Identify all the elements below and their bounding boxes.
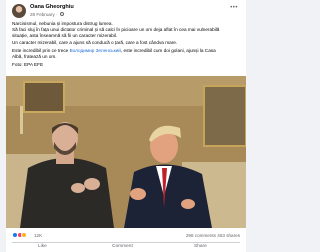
avatar[interactable] bbox=[12, 4, 26, 18]
photo-credit-text: Foto: EPA EFE bbox=[12, 62, 44, 68]
more-options-icon[interactable]: ••• bbox=[230, 5, 238, 11]
comments-shares: 298 comments 453 shares bbox=[186, 233, 240, 238]
author-name[interactable]: Oana Gheorghiu bbox=[30, 4, 74, 10]
post-card: Oana Gheorghiu 28 February · ••• Narcisi… bbox=[6, 0, 246, 252]
mention-link[interactable]: Володимир Зеленський bbox=[70, 48, 121, 53]
post-text: Narcisismul, nebunia și impostura distru… bbox=[12, 21, 242, 70]
post-header: Oana Gheorghiu 28 February · ••• bbox=[12, 4, 240, 20]
post-photo[interactable] bbox=[6, 76, 246, 228]
photo-illustration bbox=[6, 76, 246, 228]
like-button[interactable]: Like bbox=[38, 244, 47, 249]
text-line: Albă, fratează un om. bbox=[12, 54, 57, 60]
post-stats: 12K 298 comments 453 shares bbox=[12, 232, 240, 240]
share-button[interactable]: Share bbox=[194, 244, 207, 249]
post-date[interactable]: 28 February bbox=[30, 12, 55, 17]
post-paragraph: Narcisismul, nebunia și impostura distru… bbox=[12, 21, 242, 46]
separator: · bbox=[56, 11, 59, 17]
text-segment: , este incredibil cum doi golani, ajunși… bbox=[120, 47, 216, 53]
action-bar: Like Comment Share bbox=[12, 244, 240, 252]
text-segment: Este incredibil prin ce trece bbox=[12, 47, 70, 53]
divider bbox=[12, 242, 240, 243]
haha-reaction-icon bbox=[21, 232, 27, 238]
globe-icon bbox=[59, 12, 64, 17]
post-paragraph: Este incredibil prin ce trece Володимир … bbox=[12, 48, 242, 60]
comments-count[interactable]: 298 comments bbox=[186, 233, 216, 238]
photo-credit: Foto: EPA EFE bbox=[12, 62, 242, 68]
reactions[interactable] bbox=[12, 232, 27, 238]
text-line: Un caracter mizerabil, care a ajuns să c… bbox=[12, 39, 178, 45]
comment-button[interactable]: Comment bbox=[112, 244, 133, 249]
reaction-count[interactable]: 12K bbox=[34, 233, 42, 238]
shares-count[interactable]: 453 shares bbox=[217, 233, 240, 238]
post-meta: 28 February · bbox=[30, 12, 64, 17]
